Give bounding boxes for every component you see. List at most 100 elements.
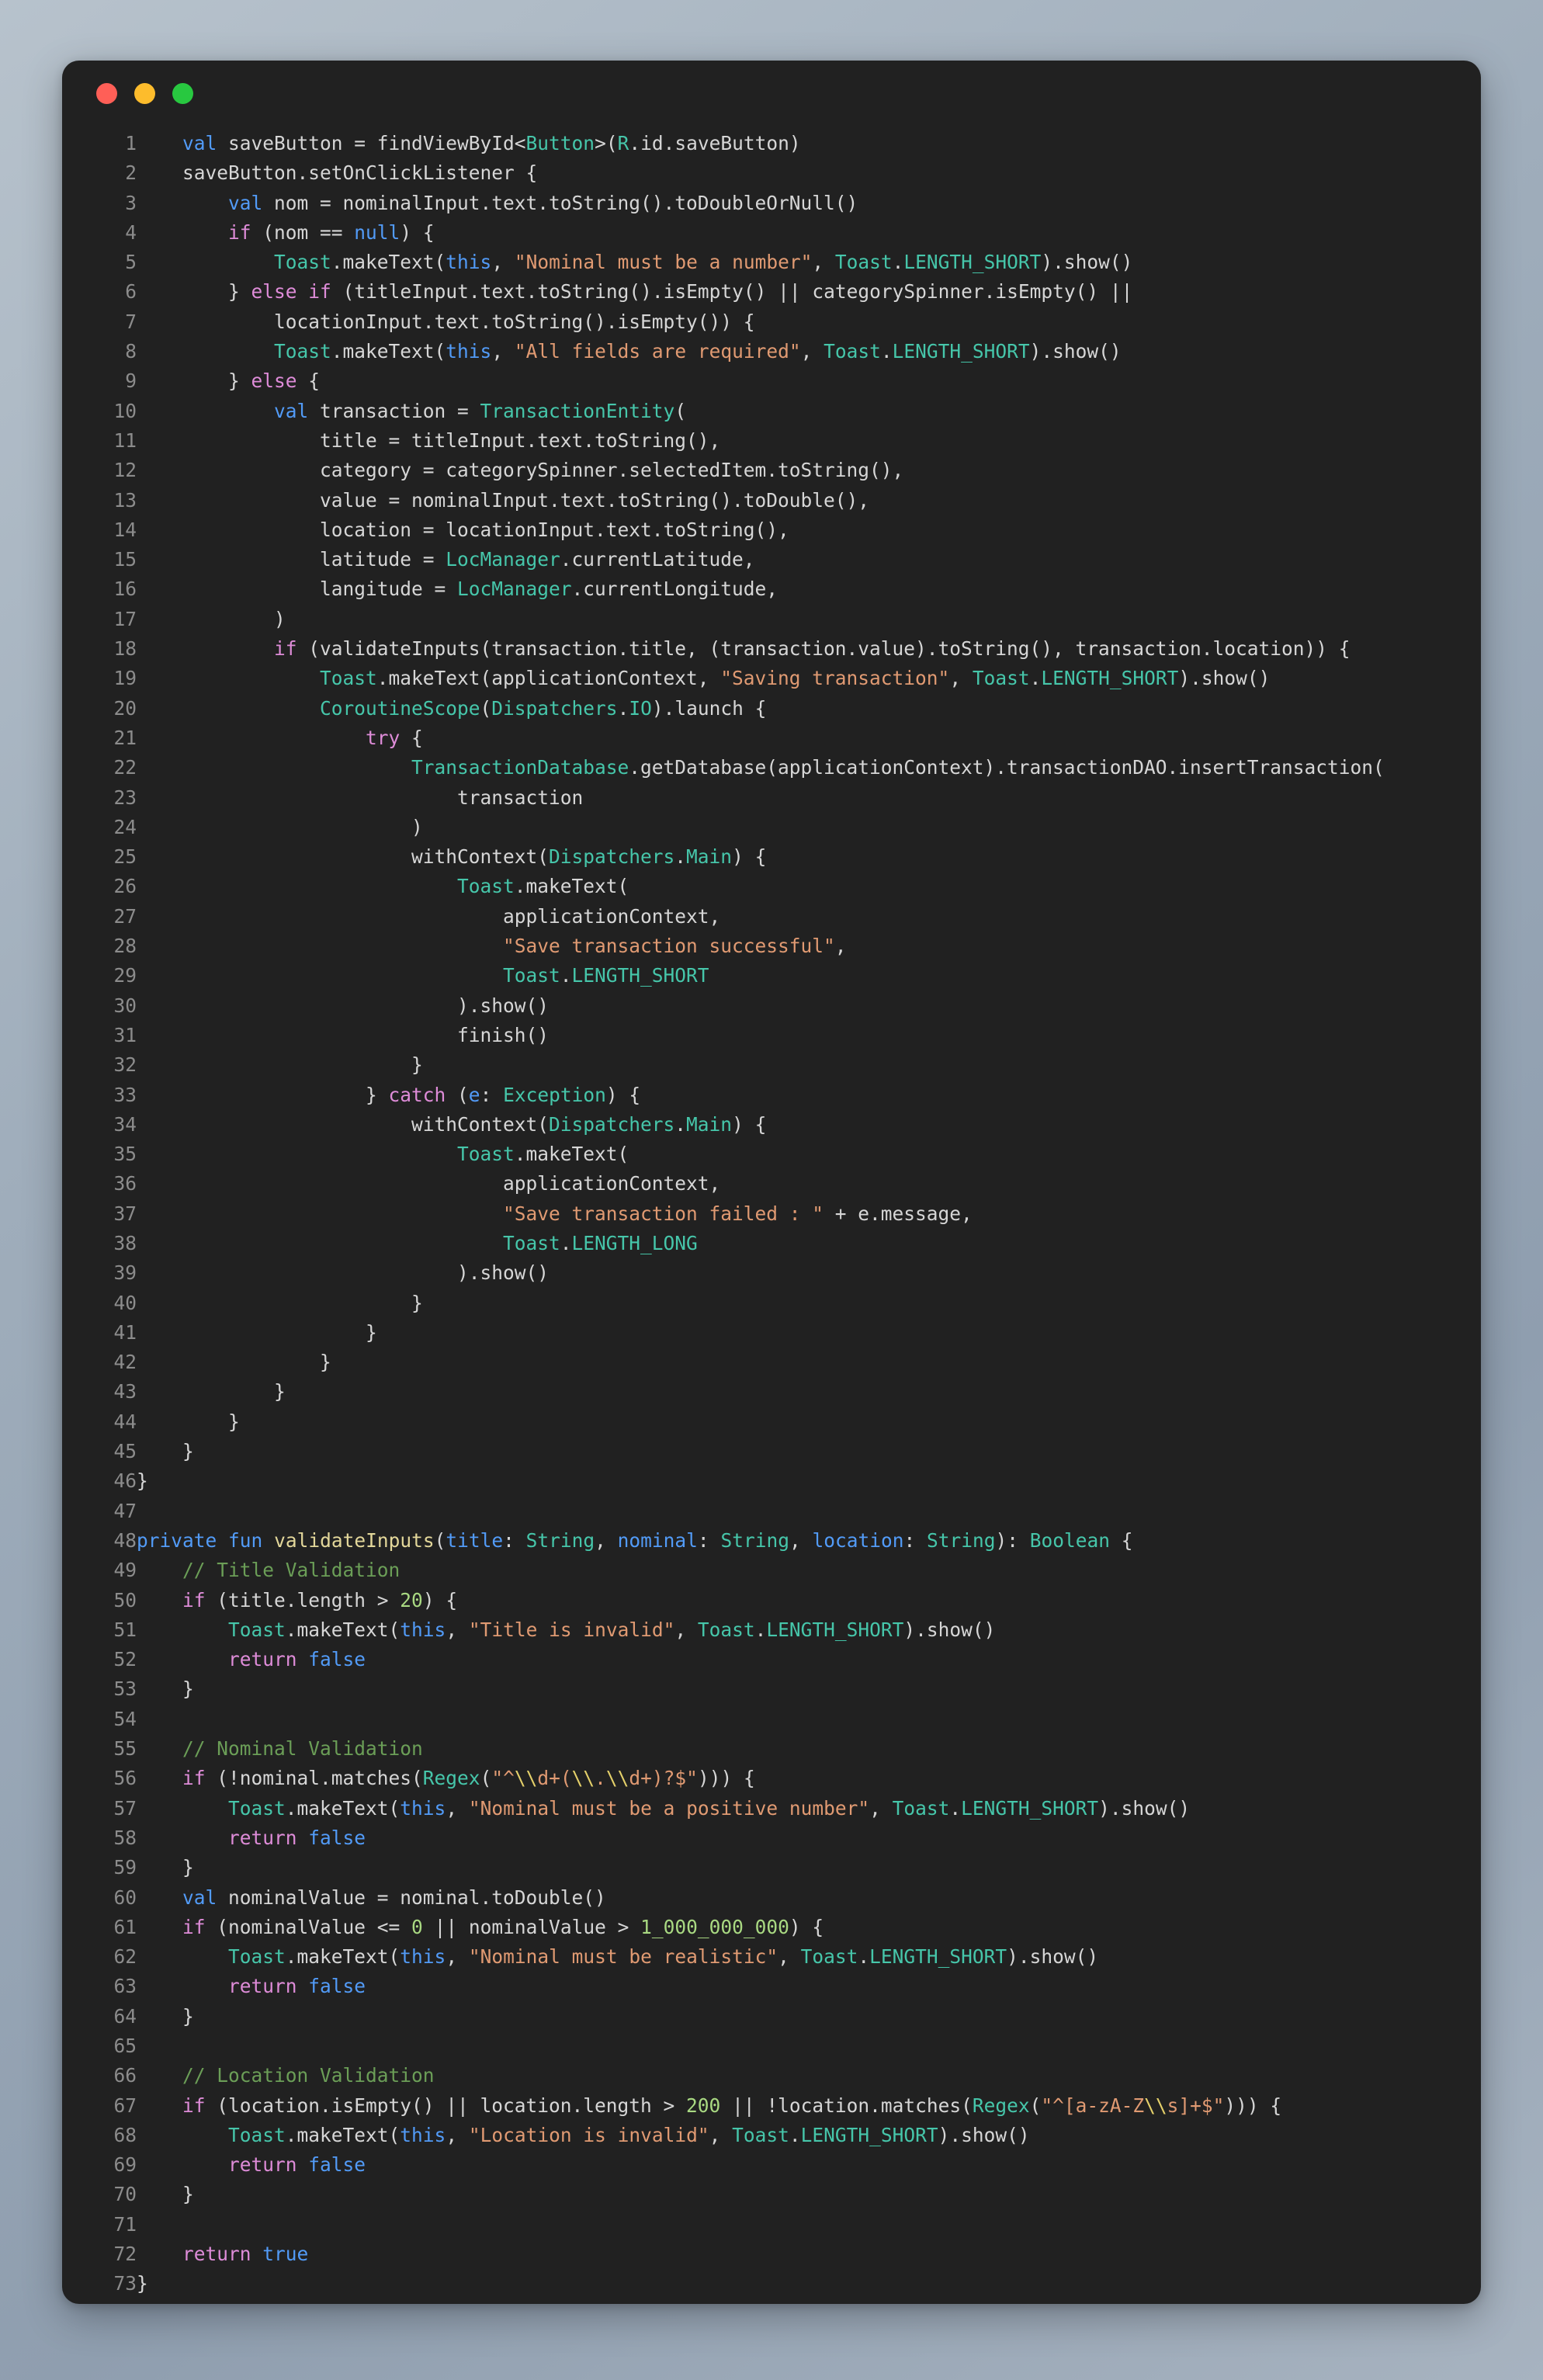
line-source[interactable]: category = categorySpinner.selectedItem.… bbox=[137, 456, 1481, 485]
line-source[interactable]: CoroutineScope(Dispatchers.IO).launch { bbox=[137, 694, 1481, 723]
line-source[interactable]: location = locationInput.text.toString()… bbox=[137, 515, 1481, 545]
line-source[interactable]: Toast.LENGTH_LONG bbox=[137, 1229, 1481, 1258]
code-line: 63 return false bbox=[62, 1972, 1481, 2001]
line-source[interactable]: "Save transaction failed : " + e.message… bbox=[137, 1199, 1481, 1229]
line-source[interactable]: if (location.isEmpty() || location.lengt… bbox=[137, 2091, 1481, 2121]
line-source[interactable]: Toast.makeText(this, "Nominal must be a … bbox=[137, 1794, 1481, 1823]
line-number: 64 bbox=[113, 2004, 137, 2028]
line-number: 12 bbox=[113, 459, 137, 482]
line-source[interactable]: if (title.length > 20) { bbox=[137, 1586, 1481, 1615]
line-source[interactable]: ) bbox=[137, 813, 1481, 842]
line-number: 19 bbox=[113, 667, 137, 690]
line-source[interactable]: } bbox=[137, 1348, 1481, 1377]
line-source[interactable]: Toast.makeText( bbox=[137, 872, 1481, 901]
code-line: 67 if (location.isEmpty() || location.le… bbox=[62, 2091, 1481, 2121]
line-source[interactable]: ).show() bbox=[137, 991, 1481, 1021]
line-number: 32 bbox=[113, 1053, 137, 1077]
line-source[interactable]: Toast.LENGTH_SHORT bbox=[137, 961, 1481, 991]
line-number: 11 bbox=[113, 428, 137, 452]
line-source[interactable]: } else if (titleInput.text.toString().is… bbox=[137, 277, 1481, 307]
line-source[interactable] bbox=[137, 1705, 1481, 1734]
line-source[interactable] bbox=[137, 2210, 1481, 2239]
line-source[interactable]: val transaction = TransactionEntity( bbox=[137, 397, 1481, 426]
line-source[interactable]: return false bbox=[137, 1972, 1481, 2001]
line-source[interactable]: return true bbox=[137, 2239, 1481, 2269]
line-source[interactable]: return false bbox=[137, 2150, 1481, 2180]
line-source[interactable]: langitude = LocManager.currentLongitude, bbox=[137, 574, 1481, 604]
line-source[interactable]: saveButton.setOnClickListener { bbox=[137, 158, 1481, 188]
code-line: 60 val nominalValue = nominal.toDouble() bbox=[62, 1883, 1481, 1913]
line-source[interactable]: Toast.makeText(this, "Nominal must be a … bbox=[137, 248, 1481, 277]
code-line: 25 withContext(Dispatchers.Main) { bbox=[62, 842, 1481, 872]
line-source[interactable]: latitude = LocManager.currentLatitude, bbox=[137, 545, 1481, 574]
line-number: 42 bbox=[113, 1351, 137, 1374]
line-source[interactable]: } bbox=[137, 1377, 1481, 1407]
line-source[interactable]: finish() bbox=[137, 1021, 1481, 1050]
line-source[interactable]: TransactionDatabase.getDatabase(applicat… bbox=[137, 753, 1481, 782]
line-source[interactable] bbox=[137, 2031, 1481, 2061]
line-source[interactable]: } bbox=[137, 1674, 1481, 1704]
line-source[interactable]: Toast.makeText(this, "Location is invali… bbox=[137, 2121, 1481, 2150]
line-number: 53 bbox=[113, 1677, 137, 1701]
line-source[interactable]: } bbox=[137, 2269, 1481, 2298]
line-source[interactable]: return false bbox=[137, 1645, 1481, 1674]
code-window: 1 val saveButton = findViewById<Button>(… bbox=[62, 61, 1481, 2304]
line-source[interactable]: } bbox=[137, 2002, 1481, 2031]
close-button-icon[interactable] bbox=[96, 82, 117, 104]
line-source[interactable] bbox=[137, 1497, 1481, 1526]
line-source[interactable]: Toast.makeText(this, "Title is invalid",… bbox=[137, 1615, 1481, 1645]
line-number: 25 bbox=[113, 845, 137, 869]
line-source[interactable]: // Title Validation bbox=[137, 1556, 1481, 1585]
line-source[interactable]: } bbox=[137, 1289, 1481, 1318]
line-source[interactable]: applicationContext, bbox=[137, 1169, 1481, 1199]
line-source[interactable]: val nom = nominalInput.text.toString().t… bbox=[137, 189, 1481, 218]
line-source[interactable]: Toast.makeText(this, "Nominal must be re… bbox=[137, 1942, 1481, 1972]
line-source[interactable]: return false bbox=[137, 1823, 1481, 1853]
line-source[interactable]: if (nominalValue <= 0 || nominalValue > … bbox=[137, 1913, 1481, 1942]
code-editor[interactable]: 1 val saveButton = findViewById<Button>(… bbox=[62, 126, 1481, 2304]
line-source[interactable]: Toast.makeText(this, "All fields are req… bbox=[137, 337, 1481, 366]
window-titlebar bbox=[62, 61, 1481, 126]
line-source[interactable]: } bbox=[137, 1050, 1481, 1080]
line-source[interactable]: withContext(Dispatchers.Main) { bbox=[137, 842, 1481, 872]
line-source[interactable]: try { bbox=[137, 723, 1481, 753]
line-source[interactable]: ) bbox=[137, 605, 1481, 634]
line-source[interactable]: } bbox=[137, 1853, 1481, 1882]
code-line: 6 } else if (titleInput.text.toString().… bbox=[62, 277, 1481, 307]
line-source[interactable]: } bbox=[137, 1407, 1481, 1437]
line-source[interactable]: } bbox=[137, 2180, 1481, 2209]
code-line: 49 // Title Validation bbox=[62, 1556, 1481, 1585]
code-line: 48 private fun validateInputs(title: Stri… bbox=[62, 1526, 1481, 1556]
line-source[interactable]: Toast.makeText( bbox=[137, 1140, 1481, 1169]
line-source[interactable]: } catch (e: Exception) { bbox=[137, 1081, 1481, 1110]
line-source[interactable]: applicationContext, bbox=[137, 902, 1481, 932]
line-source[interactable]: val nominalValue = nominal.toDouble() bbox=[137, 1883, 1481, 1913]
line-number: 52 bbox=[113, 1648, 137, 1671]
line-source[interactable]: value = nominalInput.text.toString().toD… bbox=[137, 486, 1481, 515]
line-number: 13 bbox=[113, 488, 137, 512]
line-source[interactable]: } else { bbox=[137, 366, 1481, 396]
maximize-button-icon[interactable] bbox=[172, 82, 193, 104]
line-source[interactable]: if (nom == null) { bbox=[137, 218, 1481, 248]
code-line: 43 } bbox=[62, 1377, 1481, 1407]
line-source[interactable]: Toast.makeText(applicationContext, "Savi… bbox=[137, 664, 1481, 693]
line-source[interactable]: } bbox=[137, 1318, 1481, 1348]
line-source[interactable]: // Nominal Validation bbox=[137, 1734, 1481, 1764]
line-source[interactable]: "Save transaction successful", bbox=[137, 932, 1481, 961]
line-number: 26 bbox=[113, 875, 137, 898]
line-source[interactable]: ).show() bbox=[137, 1258, 1481, 1288]
code-line: 4 if (nom == null) { bbox=[62, 218, 1481, 248]
line-source[interactable]: } bbox=[137, 1466, 1481, 1496]
line-source[interactable]: if (!nominal.matches(Regex("^\\d+(\\.\\d… bbox=[137, 1764, 1481, 1793]
line-source[interactable]: locationInput.text.toString().isEmpty())… bbox=[137, 307, 1481, 337]
minimize-button-icon[interactable] bbox=[134, 82, 155, 104]
line-source[interactable]: if (validateInputs(transaction.title, (t… bbox=[137, 634, 1481, 664]
line-source[interactable]: val saveButton = findViewById<Button>(R.… bbox=[137, 129, 1481, 158]
line-source[interactable]: transaction bbox=[137, 783, 1481, 813]
line-source[interactable]: // Location Validation bbox=[137, 2061, 1481, 2090]
line-number: 15 bbox=[113, 548, 137, 571]
line-source[interactable]: private fun validateInputs(title: String… bbox=[137, 1526, 1481, 1556]
line-source[interactable]: withContext(Dispatchers.Main) { bbox=[137, 1110, 1481, 1140]
line-source[interactable]: } bbox=[137, 1437, 1481, 1466]
line-source[interactable]: title = titleInput.text.toString(), bbox=[137, 426, 1481, 456]
